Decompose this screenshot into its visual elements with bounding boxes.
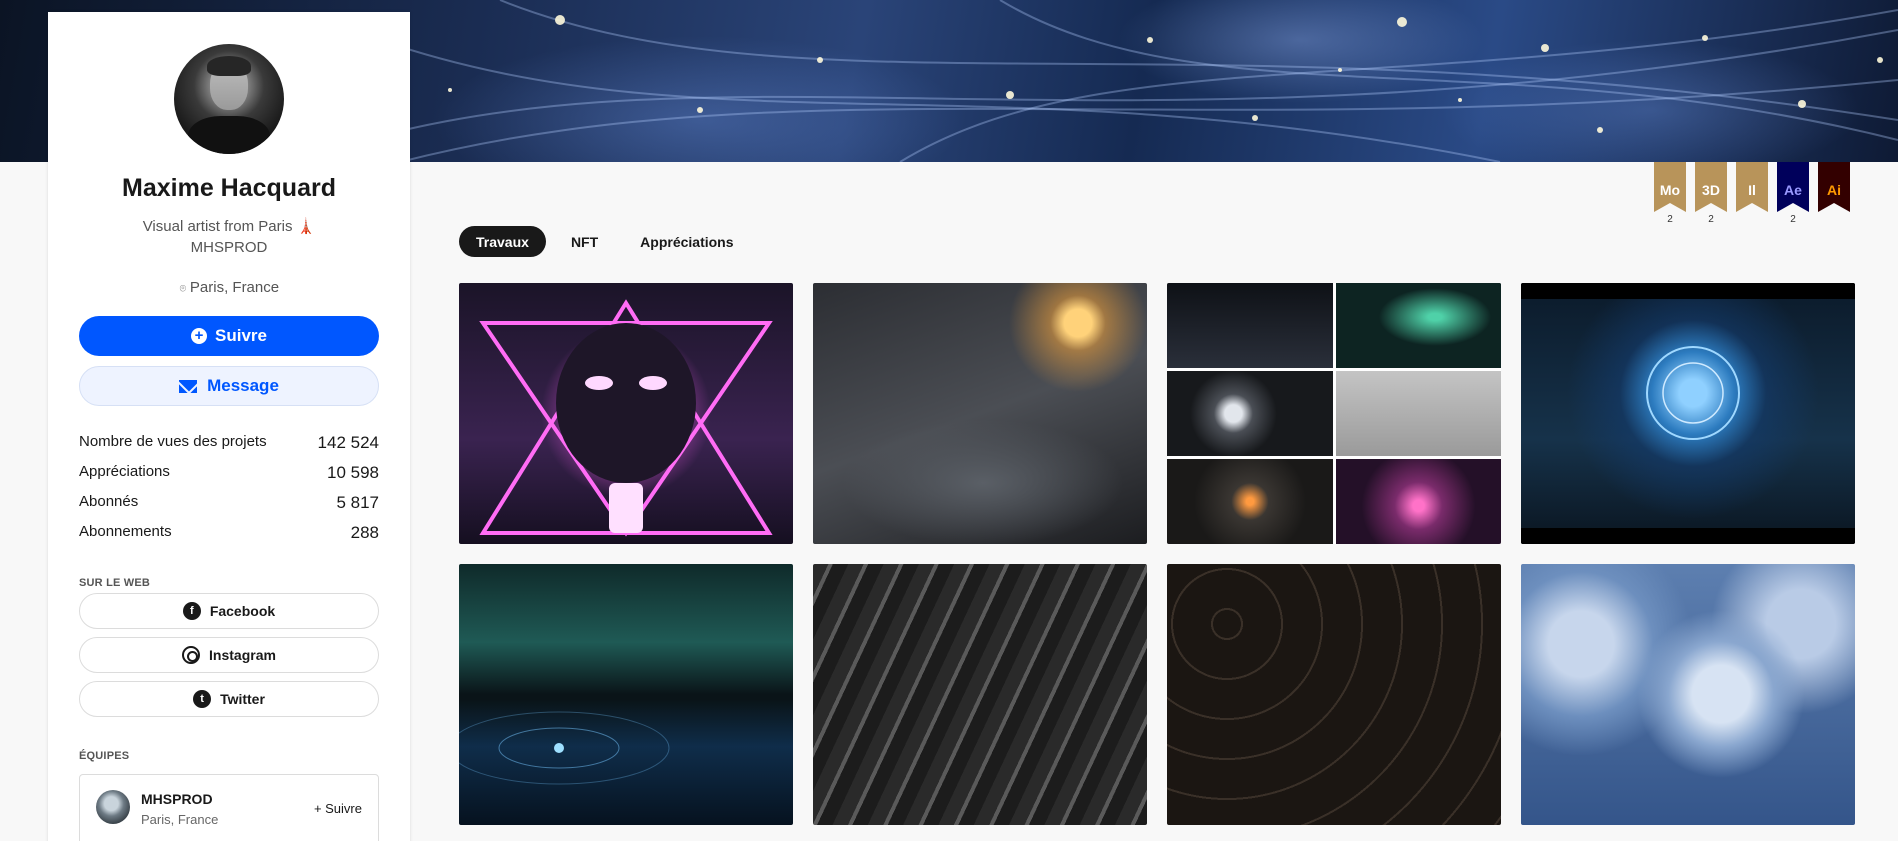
social-link-label: Instagram xyxy=(209,647,276,663)
badge-count: 2 xyxy=(1790,214,1796,225)
plus-circle-icon: + xyxy=(191,328,207,344)
badge-il[interactable]: Il xyxy=(1736,162,1768,226)
stat-label: Appréciations xyxy=(79,463,170,480)
badge-label: Mo xyxy=(1654,162,1686,212)
message-button-label: Message xyxy=(207,376,279,395)
web-section-label: SUR LE WEB xyxy=(79,577,151,589)
project-card[interactable] xyxy=(813,283,1147,544)
badge-label: Ae xyxy=(1777,162,1809,212)
project-thumbnail xyxy=(1521,283,1855,544)
badge-mo[interactable]: Mo 2 xyxy=(1654,162,1686,226)
badge-label: 3D xyxy=(1695,162,1727,212)
badge-label: Ai xyxy=(1818,162,1850,212)
stat-label: Abonnés xyxy=(79,493,139,510)
project-card[interactable] xyxy=(1521,564,1855,825)
location-pin-icon: ⌾ xyxy=(179,283,187,295)
stat-row: Abonnés 5 817 xyxy=(79,493,379,523)
project-thumbnail xyxy=(459,711,670,785)
project-thumbnail xyxy=(479,299,773,537)
stat-value: 288 xyxy=(350,523,379,542)
envelope-icon xyxy=(179,379,198,393)
badge-ae[interactable]: Ae 2 xyxy=(1777,162,1809,226)
project-card[interactable] xyxy=(813,564,1147,825)
stat-row: Appréciations 10 598 xyxy=(79,463,379,493)
profile-sidebar: Maxime Hacquard Visual artist from Paris… xyxy=(48,12,410,841)
team-location: Paris, France xyxy=(141,812,219,827)
stat-row: Nombre de vues des projets 142 524 xyxy=(79,433,379,463)
profile-avatar[interactable] xyxy=(174,44,284,154)
facebook-link[interactable]: f Facebook xyxy=(79,593,379,629)
twitter-icon: t xyxy=(193,690,212,708)
instagram-icon xyxy=(182,646,201,664)
project-card[interactable] xyxy=(1167,564,1501,825)
badge-ai[interactable]: Ai xyxy=(1818,162,1850,226)
follow-button-label: Suivre xyxy=(215,326,267,345)
stat-value: 10 598 xyxy=(327,463,379,482)
team-follow-button[interactable]: + Suivre xyxy=(314,801,362,816)
teams-section-label: ÉQUIPES xyxy=(79,750,130,762)
stat-row: Abonnements 288 xyxy=(79,523,379,553)
badge-count: 2 xyxy=(1708,214,1714,225)
facebook-icon: f xyxy=(182,602,201,620)
profile-bio: Visual artist from Paris 🗼 MHSPROD xyxy=(48,216,410,258)
instagram-link[interactable]: Instagram xyxy=(79,637,379,673)
stat-value: 5 817 xyxy=(336,493,379,512)
twitter-link[interactable]: t Twitter xyxy=(79,681,379,717)
badge-count xyxy=(1736,214,1768,226)
stat-value: 142 524 xyxy=(317,433,379,452)
badge-label: Il xyxy=(1736,162,1768,212)
badge-count xyxy=(1818,214,1850,226)
profile-location: ⌾ Paris, France xyxy=(48,279,410,296)
profile-bio-line: Visual artist from Paris 🗼 xyxy=(142,218,316,235)
team-avatar xyxy=(96,790,130,824)
project-card[interactable] xyxy=(459,564,793,825)
project-grid xyxy=(459,283,1855,825)
tab-nft[interactable]: NFT xyxy=(554,226,615,257)
team-name: MHSPROD xyxy=(141,791,213,807)
project-card[interactable] xyxy=(1167,283,1501,544)
message-button[interactable]: Message xyxy=(79,366,379,406)
follow-button[interactable]: + Suivre xyxy=(79,316,379,356)
project-thumbnail xyxy=(1167,283,1501,544)
project-card[interactable] xyxy=(459,283,793,544)
tool-badges: Mo 2 3D 2 Il Ae 2 Ai xyxy=(1654,162,1850,226)
tab-appreciations[interactable]: Appréciations xyxy=(623,226,750,257)
location-text: Paris, France xyxy=(189,279,280,296)
profile-name: Maxime Hacquard xyxy=(122,174,336,202)
profile-bio-line: MHSPROD xyxy=(190,239,268,256)
team-card[interactable]: MHSPROD Paris, France + Suivre xyxy=(79,774,379,841)
badge-count: 2 xyxy=(1667,214,1673,225)
stat-label: Abonnements xyxy=(79,523,172,540)
social-link-label: Facebook xyxy=(209,603,276,619)
stat-label: Nombre de vues des projets xyxy=(79,433,267,450)
profile-tabs: Travaux NFT Appréciations xyxy=(459,226,751,257)
project-card[interactable] xyxy=(1521,283,1855,544)
social-link-label: Twitter xyxy=(220,691,265,707)
badge-3d[interactable]: 3D 2 xyxy=(1695,162,1727,226)
tab-travaux[interactable]: Travaux xyxy=(459,226,546,257)
profile-stats: Nombre de vues des projets 142 524 Appré… xyxy=(79,433,379,553)
